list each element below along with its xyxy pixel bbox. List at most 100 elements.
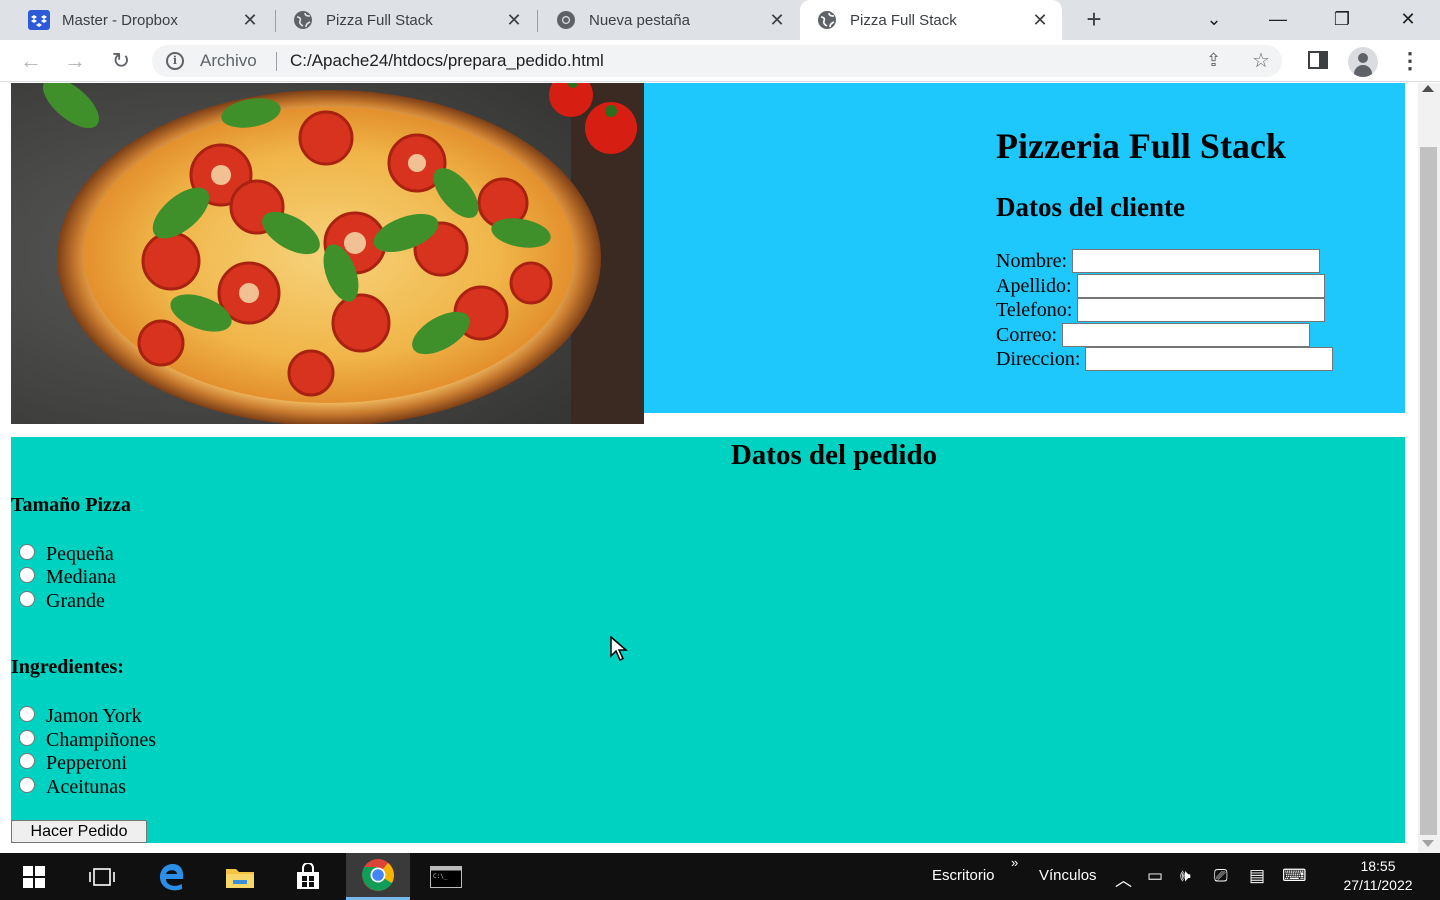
radio-icon[interactable] xyxy=(19,567,35,583)
taskbar-clock[interactable]: 18:55 27/11/2022 xyxy=(1330,857,1426,895)
battery-icon[interactable]: ▭ xyxy=(1147,866,1163,886)
restore-icon[interactable]: ❐ xyxy=(1322,4,1362,34)
field-apellido: Apellido: xyxy=(996,274,1325,298)
tab-pizza-full-stack[interactable]: Pizza Full Stack ✕ xyxy=(264,0,536,40)
tab-title: Pizza Full Stack xyxy=(850,11,957,29)
close-tab-icon[interactable]: ✕ xyxy=(504,10,524,30)
ingredient-option[interactable]: Jamon York xyxy=(11,704,142,728)
globe-icon xyxy=(292,9,314,31)
nombre-input[interactable] xyxy=(1072,249,1321,273)
apellido-input[interactable] xyxy=(1076,274,1325,298)
direccion-input[interactable] xyxy=(1085,347,1334,371)
back-arrow-icon[interactable]: ← xyxy=(18,48,44,74)
close-tab-icon[interactable]: ✕ xyxy=(767,10,787,30)
field-label: Correo: xyxy=(996,323,1058,346)
radio-icon[interactable] xyxy=(19,706,35,722)
radio-icon[interactable] xyxy=(19,777,35,793)
tab-pizza-full-stack-active[interactable]: Pizza Full Stack ✕ xyxy=(800,0,1062,40)
option-label: Aceitunas xyxy=(46,775,126,798)
telefono-input[interactable] xyxy=(1077,298,1326,322)
radio-icon[interactable] xyxy=(19,753,35,769)
scroll-up-arrow-icon[interactable] xyxy=(1422,85,1434,92)
field-label: Direccion: xyxy=(996,347,1081,370)
clock-date: 27/11/2022 xyxy=(1343,877,1413,893)
tab-strip: Master - Dropbox ✕ Pizza Full Stack ✕ Nu… xyxy=(0,0,1440,40)
notifications-icon[interactable]: ▤ xyxy=(1249,866,1265,886)
tab-title: Nueva pestaña xyxy=(589,11,690,29)
toolbar-expand-chevron-icon[interactable]: » xyxy=(1011,855,1018,870)
new-tab-plus-icon[interactable]: + xyxy=(1080,6,1108,34)
option-label: Pepperoni xyxy=(46,751,128,774)
bookmark-star-icon[interactable]: ☆ xyxy=(1252,48,1270,73)
kebab-menu-icon[interactable]: ⋮ xyxy=(1398,48,1422,74)
correo-input[interactable] xyxy=(1062,323,1311,347)
ingredient-option[interactable]: Aceitunas xyxy=(11,775,126,799)
task-view-icon[interactable] xyxy=(78,853,126,900)
info-icon[interactable]: i xyxy=(166,52,184,70)
tab-title: Pizza Full Stack xyxy=(326,11,433,29)
clock-time: 18:55 xyxy=(1360,858,1396,874)
browser-toolbar: ← → ↻ i Archivo C:/Apache24/htdocs/prepa… xyxy=(0,40,1440,82)
hacer-pedido-button[interactable]: Hacer Pedido xyxy=(11,820,147,843)
address-bar[interactable]: i Archivo C:/Apache24/htdocs/prepara_ped… xyxy=(152,45,1282,77)
field-correo: Correo: xyxy=(996,323,1311,347)
page-scrollbar[interactable] xyxy=(1418,83,1440,853)
network-icon[interactable]: ⎚ xyxy=(1214,866,1228,886)
close-tab-icon[interactable]: ✕ xyxy=(1030,10,1050,30)
customer-heading: Datos del cliente xyxy=(996,192,1185,222)
page-viewport: Pizzeria Full Stack Datos del cliente No… xyxy=(0,83,1418,853)
radio-icon[interactable] xyxy=(19,544,35,560)
dropbox-icon xyxy=(28,9,50,31)
field-nombre: Nombre: xyxy=(996,249,1321,273)
profile-avatar-icon[interactable] xyxy=(1348,47,1378,77)
mouse-pointer-icon xyxy=(610,636,629,662)
field-direccion: Direccion: xyxy=(996,347,1334,371)
close-tab-icon[interactable]: ✕ xyxy=(240,10,260,30)
order-section: Datos del pedido Tamaño Pizza Pequeña Me… xyxy=(11,437,1405,843)
vinculos-toolbar[interactable]: Vínculos xyxy=(1039,867,1097,884)
option-label: Champiñones xyxy=(46,728,156,751)
tab-nueva-pestana[interactable]: Nueva pestaña ✕ xyxy=(527,0,799,40)
side-panel-icon[interactable] xyxy=(1308,51,1328,69)
size-option[interactable]: Pequeña xyxy=(11,542,114,566)
file-explorer-icon[interactable] xyxy=(216,853,264,900)
scheme-label: Archivo xyxy=(200,51,257,70)
microsoft-store-icon[interactable] xyxy=(284,853,332,900)
edge-browser-icon[interactable] xyxy=(148,853,196,900)
forward-arrow-icon[interactable]: → xyxy=(62,48,88,74)
globe-icon xyxy=(816,9,838,31)
show-hidden-icons-chevron-icon[interactable]: ︿ xyxy=(1115,866,1132,891)
radio-icon[interactable] xyxy=(19,730,35,746)
tab-master-dropbox[interactable]: Master - Dropbox ✕ xyxy=(0,0,272,40)
keyboard-icon[interactable]: ⌨ xyxy=(1282,866,1307,886)
radio-icon[interactable] xyxy=(19,591,35,607)
ingredient-option[interactable]: Pepperoni xyxy=(11,751,127,775)
share-icon[interactable]: ⇪ xyxy=(1206,50,1221,71)
windows-start-icon[interactable] xyxy=(10,853,58,900)
field-label: Telefono: xyxy=(996,298,1073,321)
command-prompt-icon[interactable]: C:\_ xyxy=(420,853,472,900)
windows-taskbar: C:\_ Escritorio » Vínculos ︿ ▭ 🕪 ⎚ ▤ ⌨ 1… xyxy=(0,853,1440,900)
close-window-icon[interactable]: ✕ xyxy=(1388,4,1428,34)
page-title: Pizzeria Full Stack xyxy=(996,126,1286,166)
volume-icon[interactable]: 🕪 xyxy=(1180,866,1191,886)
size-option[interactable]: Mediana xyxy=(11,565,116,589)
minimize-icon[interactable]: — xyxy=(1258,4,1298,34)
address-url[interactable]: C:/Apache24/htdocs/prepara_pedido.html xyxy=(290,51,604,71)
tab-title: Master - Dropbox xyxy=(62,11,178,29)
option-label: Mediana xyxy=(46,565,116,588)
size-option[interactable]: Grande xyxy=(11,589,105,613)
reload-icon[interactable]: ↻ xyxy=(108,48,134,74)
chrome-taskbar-icon[interactable] xyxy=(346,853,410,900)
scrollbar-thumb[interactable] xyxy=(1420,147,1437,835)
tab-search-chevron-icon[interactable]: ⌄ xyxy=(1194,4,1234,34)
field-label: Apellido: xyxy=(996,274,1072,297)
option-label: Jamon York xyxy=(46,704,142,727)
escritorio-toolbar[interactable]: Escritorio xyxy=(932,867,995,884)
scroll-down-arrow-icon[interactable] xyxy=(1422,840,1434,847)
svg-text:C:\_: C:\_ xyxy=(433,873,448,880)
ingredient-option[interactable]: Champiñones xyxy=(11,728,156,752)
chrome-icon xyxy=(555,9,577,31)
ingredients-heading: Ingredientes: xyxy=(11,656,124,678)
order-heading: Datos del pedido xyxy=(730,439,938,471)
